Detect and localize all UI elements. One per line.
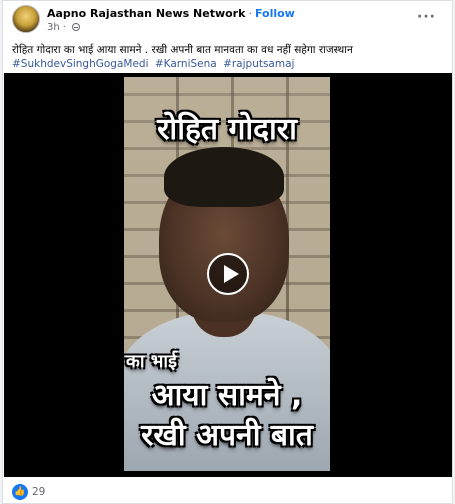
meta-separator-dot: · <box>62 22 66 33</box>
reaction-count[interactable]: 29 <box>32 484 45 500</box>
video-overlay-line4: रखी अपनी बात <box>141 418 313 453</box>
video-overlay-line2: का भाई <box>126 351 177 372</box>
like-icon[interactable]: 👍 <box>12 484 28 500</box>
hashtag-link[interactable]: #SukhdevSinghGogaMedi <box>12 58 149 70</box>
hashtag-link[interactable]: #rajputsamaj <box>223 58 294 70</box>
page-avatar[interactable] <box>12 5 40 33</box>
post-card: Aapno Rajasthan News Network · Follow 3h · … <box>2 0 453 504</box>
post-caption: रोहित गोदारा का भाई आया सामने . रखी अपनी… <box>12 44 353 56</box>
post-header: Aapno Rajasthan News Network · Follow 3h · … <box>3 1 452 41</box>
more-options-button[interactable]: ··· <box>417 10 436 24</box>
page-name-link[interactable]: Aapno Rajasthan News Network <box>47 7 245 20</box>
hashtag-list: #SukhdevSinghGogaMedi #KarniSena #rajput… <box>12 57 297 71</box>
post-title-line: Aapno Rajasthan News Network · Follow <box>47 7 295 21</box>
follow-button[interactable]: Follow <box>255 7 295 20</box>
hashtag-link[interactable]: #KarniSena <box>155 58 217 70</box>
person-hair <box>164 147 284 207</box>
post-meta: 3h · <box>47 22 80 34</box>
play-icon[interactable] <box>207 253 249 295</box>
globe-icon <box>71 23 80 31</box>
reactions-bar: 👍 29 <box>3 479 452 503</box>
video-overlay-title: रोहित गोदारा <box>157 112 297 147</box>
separator-dot: · <box>248 7 252 20</box>
post-time[interactable]: 3h <box>47 22 60 33</box>
video-player[interactable]: रोहित गोदारा का भाई आया सामने , रखी अपनी… <box>4 73 452 477</box>
video-overlay-line3: आया सामने , <box>151 378 303 413</box>
